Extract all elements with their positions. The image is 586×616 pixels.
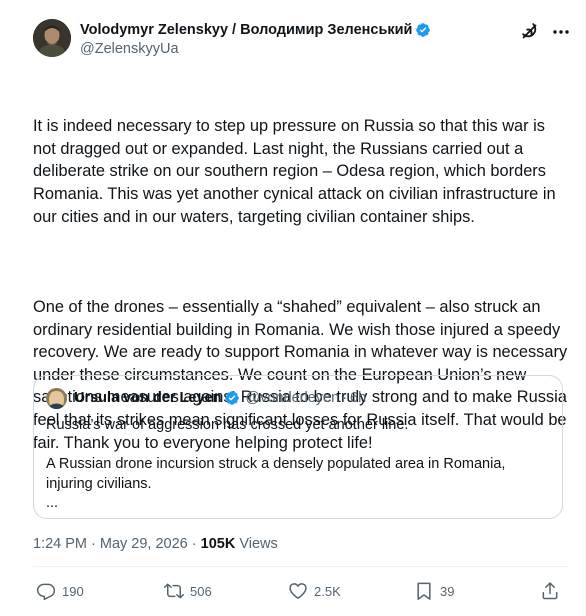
- verified-badge-icon: [224, 390, 240, 406]
- bookmark-icon: [417, 582, 431, 600]
- like-count: 2.5K: [314, 583, 341, 599]
- quote-text: Russia’s war of aggression has crossed y…: [46, 416, 551, 514]
- quote-time: 6h: [350, 390, 367, 406]
- share-button[interactable]: [540, 580, 560, 602]
- tweet-meta: 1:24 PM · May 29, 2026 · 105K Views: [33, 536, 278, 552]
- tweet-timestamp[interactable]: 1:24 PM · May 29, 2026 ·: [33, 536, 201, 552]
- quoted-tweet[interactable]: Ursula von der Leyen @vonderleyen · 6h R…: [33, 375, 563, 519]
- quote-author-avatar[interactable]: [46, 388, 67, 409]
- author-handle[interactable]: @ZelenskyyUa: [80, 41, 179, 57]
- bookmark-count: 39: [440, 583, 455, 599]
- share-icon: [542, 582, 558, 600]
- quote-paragraph: Russia’s war of aggression has crossed y…: [46, 417, 409, 433]
- more-icon[interactable]: [551, 22, 571, 42]
- author-avatar-image: [33, 19, 71, 57]
- quote-author-avatar-image: [46, 388, 67, 409]
- repost-count: 506: [190, 583, 212, 599]
- verified-badge-icon[interactable]: [415, 22, 431, 38]
- author-avatar[interactable]: [33, 19, 71, 57]
- reply-icon: [36, 583, 56, 601]
- repost-icon: [164, 583, 184, 599]
- heart-icon: [289, 583, 307, 599]
- reply-count: 190: [62, 583, 84, 599]
- author-name-row: Volodymyr Zelenskyy / Володимир Зеленськ…: [80, 22, 431, 38]
- quote-header: Ursula von der Leyen @vonderleyen · 6h: [74, 390, 366, 406]
- author-display-name[interactable]: Volodymyr Zelenskyy / Володимир Зеленськ…: [80, 22, 412, 38]
- reply-button[interactable]: 190: [36, 580, 84, 602]
- views-count: 105K: [200, 536, 236, 552]
- repost-button[interactable]: 506: [164, 580, 212, 602]
- tweet-paragraph: It is indeed necessary to step up pressu…: [33, 117, 561, 226]
- quote-separator: ·: [342, 390, 348, 406]
- quote-paragraph: A Russian drone incursion struck a dense…: [46, 456, 506, 512]
- views-label: Views: [235, 536, 278, 552]
- grok-icon[interactable]: [519, 20, 541, 42]
- divider: [33, 566, 568, 567]
- quote-author-handle: @vonderleyen: [245, 390, 340, 406]
- tweet-detail: Volodymyr Zelenskyy / Володимир Зеленськ…: [0, 0, 586, 616]
- like-button[interactable]: 2.5K: [288, 580, 341, 602]
- quote-author-name: Ursula von der Leyen: [74, 390, 222, 406]
- bookmark-button[interactable]: 39: [414, 580, 454, 602]
